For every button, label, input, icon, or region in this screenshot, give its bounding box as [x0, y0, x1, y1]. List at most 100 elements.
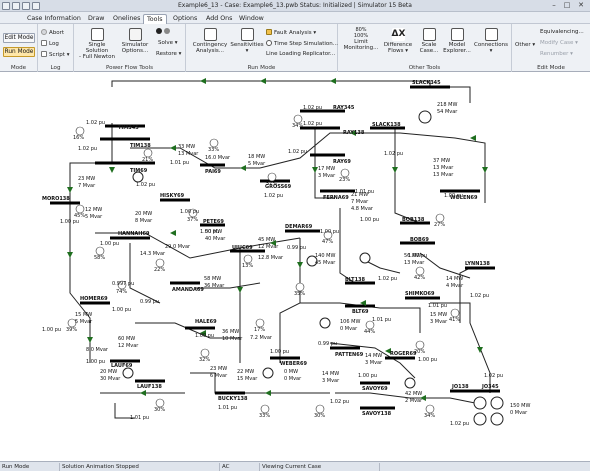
- log-button[interactable]: Log: [41, 40, 59, 48]
- generator-blt[interactable]: [319, 317, 331, 329]
- bus-label[interactable]: ROGER69: [390, 351, 417, 357]
- fault-analysis-button[interactable]: Fault Analysis ▾: [266, 29, 316, 37]
- tab-tools[interactable]: Tools: [143, 14, 167, 24]
- contingency-analysis-button[interactable]: Contingency Analysis...: [190, 28, 230, 54]
- maximize-button[interactable]: □: [561, 1, 573, 10]
- tab-onelines[interactable]: Onelines: [110, 14, 143, 24]
- generator-weber[interactable]: [262, 367, 274, 379]
- generator-roger[interactable]: [404, 377, 416, 389]
- play-pause-controls[interactable]: [156, 28, 172, 36]
- bus-label[interactable]: TIM138: [130, 143, 151, 149]
- oneline-diagram[interactable]: 16% 33% 34% 21% 57% 45% 27% 37% 47% 58% …: [0, 73, 590, 461]
- restore-button[interactable]: Restore ▾: [156, 51, 181, 58]
- simulator-options-button[interactable]: Simulator Options...: [118, 28, 152, 54]
- solve-button[interactable]: Solve ▾: [158, 40, 178, 47]
- line-loading-pie[interactable]: 35%: [294, 282, 305, 297]
- difference-flows-button[interactable]: ΔX Difference Flows ▾: [380, 28, 416, 54]
- bus-label[interactable]: SLACK138: [372, 122, 401, 128]
- renumber-button[interactable]: Renumber ▾: [540, 51, 573, 58]
- bus-label[interactable]: MORO138: [42, 196, 70, 202]
- run-mode-button[interactable]: Run Mode: [3, 47, 35, 57]
- line-loading-replicator-button[interactable]: Line Loading Replicator...: [266, 51, 335, 58]
- equivalencing-button[interactable]: Equivalencing...: [540, 29, 584, 36]
- line-loading-pie[interactable]: 33%: [208, 138, 219, 153]
- script-button[interactable]: Script ▾: [41, 51, 69, 59]
- bus-label[interactable]: HOMER69: [80, 296, 108, 302]
- tab-case-information[interactable]: Case Information: [24, 14, 84, 24]
- line-loading-pie[interactable]: 22%: [154, 258, 165, 273]
- bus-label[interactable]: PAI69: [205, 169, 221, 175]
- bus-label[interactable]: HANNAH69: [118, 231, 150, 237]
- generator-jo-2[interactable]: [490, 396, 504, 410]
- line-loading-pie[interactable]: 23%: [339, 168, 350, 183]
- connections-button[interactable]: Connections ▾: [472, 28, 510, 54]
- bus-label[interactable]: GROSS69: [265, 184, 292, 190]
- time-step-simulation-button[interactable]: Time Step Simulation...: [266, 40, 338, 48]
- bus-label[interactable]: TIM69: [130, 168, 148, 174]
- line-loading-pie[interactable]: 32%: [199, 348, 210, 363]
- bus-label[interactable]: RAY69: [333, 159, 351, 165]
- line-loading-pie[interactable]: 21%: [142, 148, 153, 163]
- bus-label[interactable]: HISKY69: [160, 193, 185, 199]
- line-loading-pie[interactable]: 42%: [414, 266, 425, 281]
- sensitivities-button[interactable]: Sensitivities ▾: [230, 28, 264, 54]
- bus-label[interactable]: WEBER69: [280, 361, 307, 367]
- bus-label[interactable]: SAVOY138: [362, 411, 392, 417]
- line-loading-pie[interactable]: 41%: [449, 308, 460, 323]
- bus-label[interactable]: JO138: [451, 384, 469, 390]
- generator-slack[interactable]: [418, 110, 432, 124]
- bus-label[interactable]: SAVOY69: [362, 386, 388, 392]
- bus-label[interactable]: BLT69: [352, 309, 369, 315]
- bus-label[interactable]: BUCKY138: [218, 396, 248, 402]
- abort-button[interactable]: Abort: [41, 29, 64, 37]
- bus-label[interactable]: LAUF138: [137, 384, 162, 390]
- line-loading-pie[interactable]: 13%: [242, 254, 253, 269]
- minimize-button[interactable]: –: [548, 1, 560, 10]
- bus-label[interactable]: UIUC69: [232, 245, 253, 251]
- generator-jo-3[interactable]: [473, 412, 487, 426]
- tab-window[interactable]: Window: [236, 14, 267, 24]
- bus-label[interactable]: BLT138: [345, 277, 366, 283]
- bus-label[interactable]: TIM345: [118, 125, 139, 131]
- other-dropdown[interactable]: Other ▾: [515, 42, 535, 49]
- model-explorer-button[interactable]: Model Explorer...: [442, 28, 472, 54]
- line-loading-pie[interactable]: 44%: [364, 320, 375, 335]
- bus-label[interactable]: SHIMKO69: [405, 291, 435, 297]
- generator-jo-1[interactable]: [473, 396, 487, 410]
- bus-label[interactable]: BOB138: [402, 217, 425, 223]
- line-loading-pie[interactable]: 58%: [94, 246, 105, 261]
- line-loading-pie[interactable]: 34%: [292, 114, 303, 129]
- line-loading-pie[interactable]: 27%: [434, 213, 445, 228]
- generator-lauf[interactable]: [122, 367, 134, 379]
- bus-label[interactable]: PATTEN69: [335, 352, 364, 358]
- line-loading-pie[interactable]: 30%: [154, 398, 165, 413]
- generator-bob[interactable]: [359, 252, 371, 264]
- bus-label[interactable]: SLACK345: [412, 80, 441, 86]
- tab-draw[interactable]: Draw: [85, 14, 107, 24]
- line-loading-pie[interactable]: 33%: [259, 404, 270, 419]
- line-loading-pie[interactable]: 34%: [424, 404, 435, 419]
- scale-case-button[interactable]: Scale Case...: [416, 28, 442, 54]
- bus-label[interactable]: AMANDA69: [172, 287, 204, 293]
- line-loading-pie[interactable]: 45%: [74, 204, 85, 219]
- bus-label[interactable]: RAY138: [343, 130, 365, 136]
- bus-label[interactable]: LYNN138: [465, 261, 490, 267]
- tab-options[interactable]: Options: [170, 14, 200, 24]
- generator-jo-4[interactable]: [490, 412, 504, 426]
- bus-label[interactable]: FERNA69: [323, 195, 349, 201]
- bus-label[interactable]: PETE69: [203, 219, 224, 225]
- close-button[interactable]: ✕: [575, 1, 587, 10]
- line-loading-pie[interactable]: 17%: [254, 318, 265, 333]
- bus-label[interactable]: HALE69: [195, 319, 217, 325]
- single-solution-button[interactable]: Single Solution - Full Newton: [77, 28, 117, 60]
- bus-label[interactable]: RAY345: [333, 105, 355, 111]
- modify-case-button[interactable]: Modify Case ▾: [540, 40, 578, 47]
- oneline-canvas[interactable]: 16% 33% 34% 21% 57% 45% 27% 37% 47% 58% …: [0, 73, 590, 461]
- line-loading-pie[interactable]: 16%: [73, 126, 84, 141]
- bus-label[interactable]: JO345: [481, 384, 499, 390]
- bus-label[interactable]: BOB69: [410, 237, 429, 243]
- edit-mode-button[interactable]: Edit Mode: [3, 33, 35, 43]
- tab-add-ons[interactable]: Add Ons: [203, 14, 235, 24]
- bus-label[interactable]: DEMAR69: [285, 224, 313, 230]
- line-loading-pie[interactable]: 30%: [314, 404, 325, 419]
